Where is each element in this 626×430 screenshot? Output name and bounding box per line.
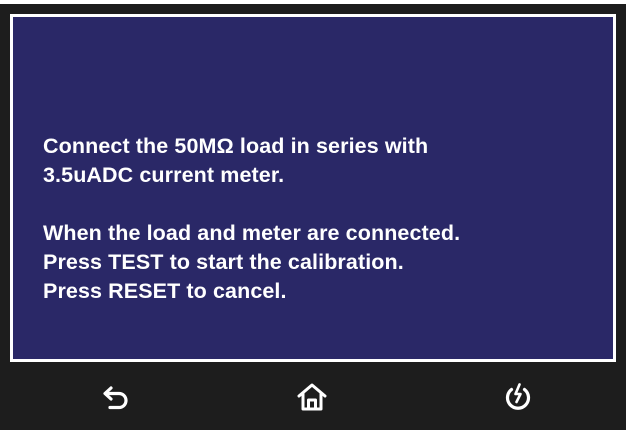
message-screen: Connect the 50MΩ load in series with 3.5… — [13, 17, 613, 359]
home-button[interactable] — [292, 380, 332, 414]
message-line-5: Press RESET to cancel. — [43, 279, 287, 303]
message-line-3: When the load and meter are connected. — [43, 221, 461, 245]
power-icon — [505, 383, 531, 410]
home-icon — [297, 383, 327, 411]
message-line-2: 3.5uADC current meter. — [43, 163, 285, 187]
message-line-4: Press TEST to start the calibration. — [43, 250, 404, 274]
back-arrow-icon — [103, 386, 128, 410]
back-button[interactable] — [97, 380, 137, 414]
message-line-1: Connect the 50MΩ load in series with — [43, 134, 429, 158]
screen-frame: Connect the 50MΩ load in series with 3.5… — [10, 14, 616, 362]
device-bezel: Connect the 50MΩ load in series with 3.5… — [0, 4, 626, 430]
instruction-message: Connect the 50MΩ load in series with 3.5… — [43, 132, 593, 306]
bottom-nav-bar — [0, 366, 626, 430]
power-button[interactable] — [498, 380, 538, 414]
